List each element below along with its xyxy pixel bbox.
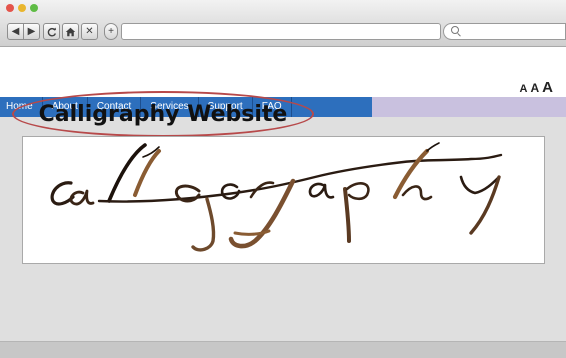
home-icon — [65, 27, 76, 36]
browser-status-bar — [0, 341, 566, 358]
zoom-window-button[interactable] — [30, 4, 38, 12]
font-size-medium-button[interactable]: A — [530, 81, 539, 95]
forward-button[interactable]: ▶ — [23, 23, 40, 40]
home-button[interactable] — [62, 23, 79, 40]
calligraphy-banner — [22, 136, 545, 264]
page-title: Calligraphy Website — [38, 101, 288, 127]
font-size-controls: A A A — [520, 79, 553, 96]
minimize-window-button[interactable] — [18, 4, 26, 12]
address-bar[interactable] — [121, 23, 441, 40]
page-title-highlight: Calligraphy Website — [12, 91, 314, 137]
browser-window: ◀ ▶ ✕ + A A A Home About Contact Service… — [0, 0, 566, 358]
page-header-area: A A A — [0, 47, 566, 97]
reload-button[interactable] — [43, 23, 60, 40]
window-controls — [6, 4, 38, 12]
close-window-button[interactable] — [6, 4, 14, 12]
search-field[interactable] — [443, 23, 566, 40]
stop-icon: ✕ — [85, 25, 94, 37]
forward-arrow-icon: ▶ — [27, 25, 36, 37]
back-arrow-icon: ◀ — [11, 25, 20, 37]
stop-button[interactable]: ✕ — [81, 23, 98, 40]
plus-icon: + — [108, 25, 114, 37]
search-icon — [451, 26, 459, 34]
reload-icon — [47, 27, 56, 37]
calligraphy-artwork-image — [50, 142, 503, 252]
browser-toolbar: ◀ ▶ ✕ + — [0, 0, 566, 47]
back-button[interactable]: ◀ — [7, 23, 24, 40]
font-size-large-button[interactable]: A — [542, 79, 553, 96]
font-size-small-button[interactable]: A — [520, 83, 528, 95]
new-tab-button[interactable]: + — [104, 23, 118, 40]
